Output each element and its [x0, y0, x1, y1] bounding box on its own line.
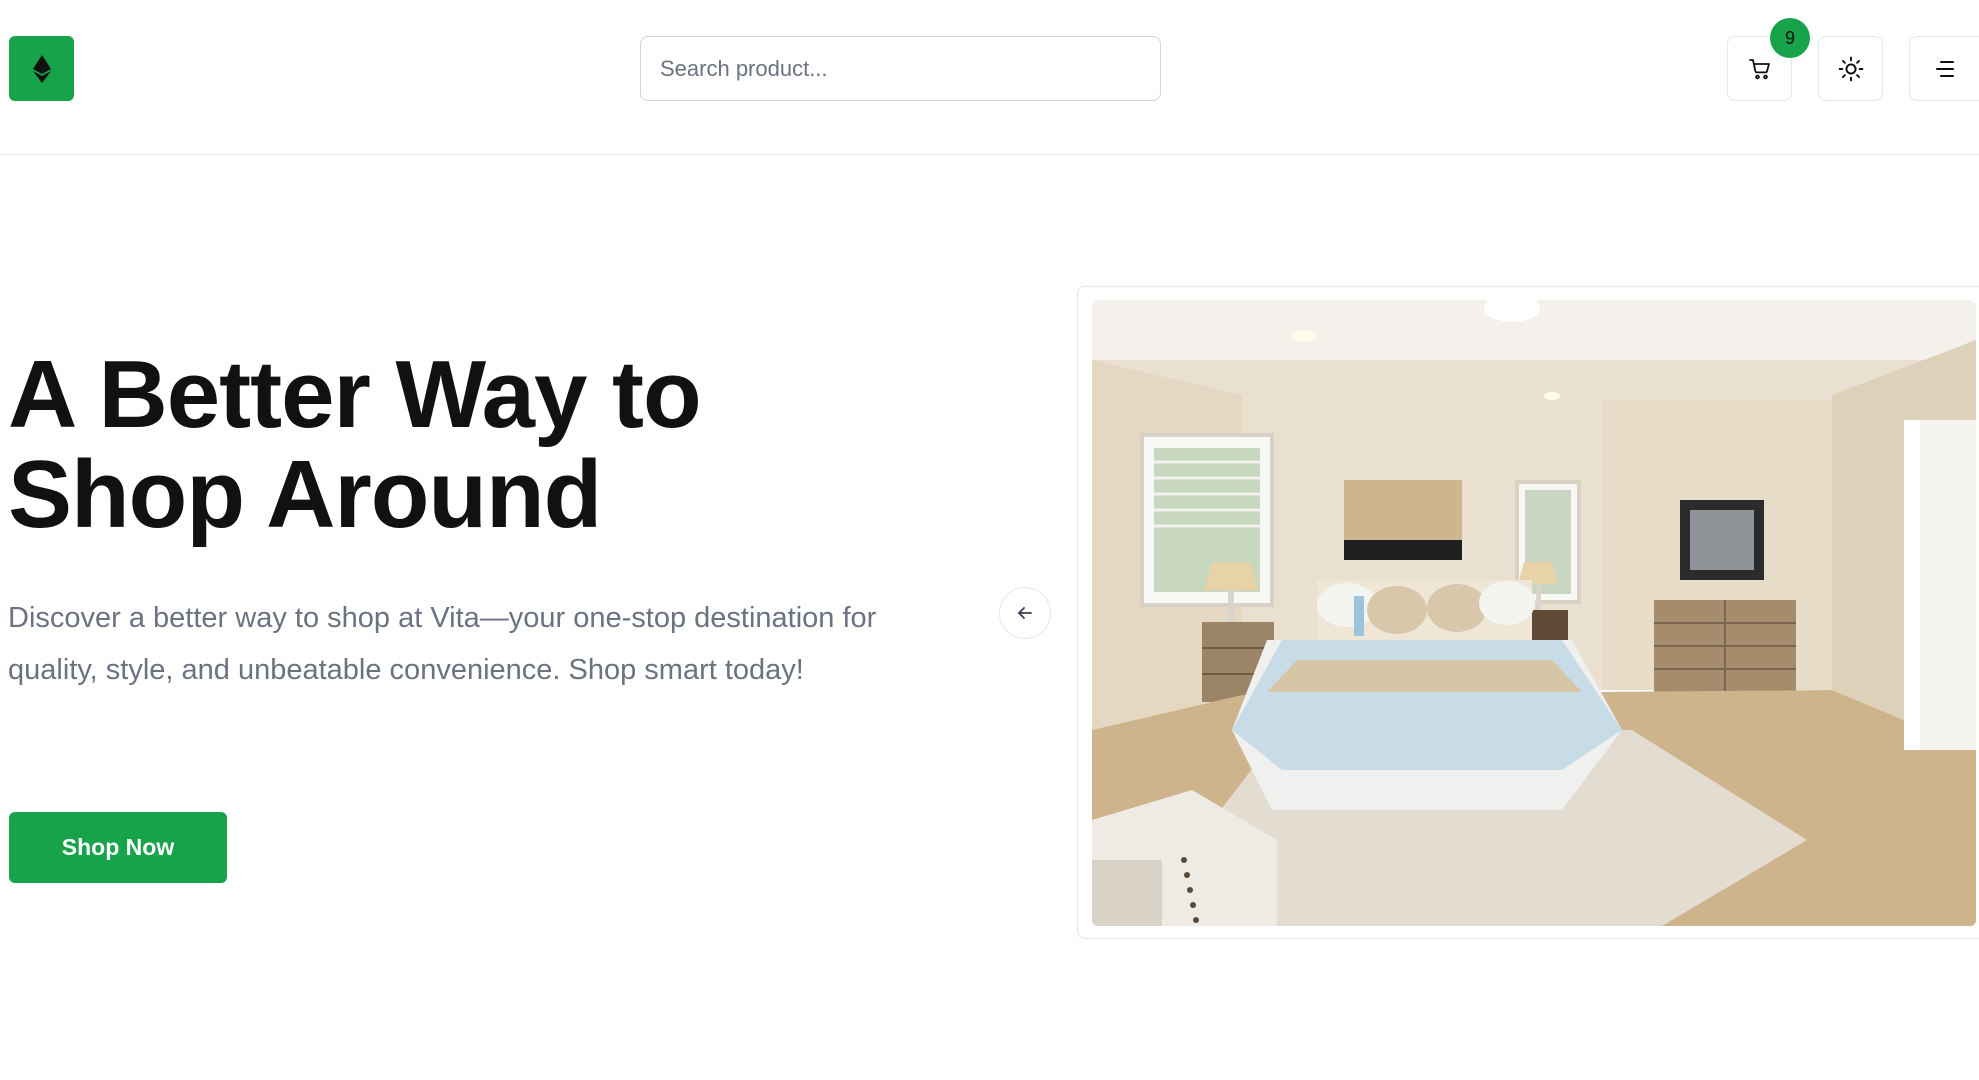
cart-count-badge: 9 — [1770, 18, 1810, 58]
cart-icon — [1748, 58, 1770, 79]
hero-title: A Better Way to Shop Around — [8, 345, 908, 545]
bedroom-photo — [1092, 300, 1976, 926]
carousel-prev-button[interactable] — [999, 587, 1051, 639]
hero-title-line-1: A Better Way to — [8, 341, 702, 448]
ethereum-diamond-icon — [32, 54, 51, 83]
hero-title-line-2: Shop Around — [8, 441, 602, 548]
menu-icon — [1935, 60, 1954, 77]
arrow-left-icon — [1018, 607, 1032, 619]
hero-description: Discover a better way to shop at Vita—yo… — [8, 602, 877, 686]
logo-button[interactable] — [9, 36, 74, 101]
hero-carousel — [1077, 286, 1979, 939]
site-header: 9 — [0, 0, 1979, 155]
shop-now-button[interactable]: Shop Now — [9, 812, 227, 883]
search-input[interactable] — [640, 36, 1161, 101]
theme-toggle-button[interactable] — [1818, 36, 1883, 101]
sun-icon — [1838, 56, 1863, 81]
menu-button[interactable] — [1909, 36, 1979, 101]
carousel-slide[interactable] — [1092, 300, 1976, 926]
